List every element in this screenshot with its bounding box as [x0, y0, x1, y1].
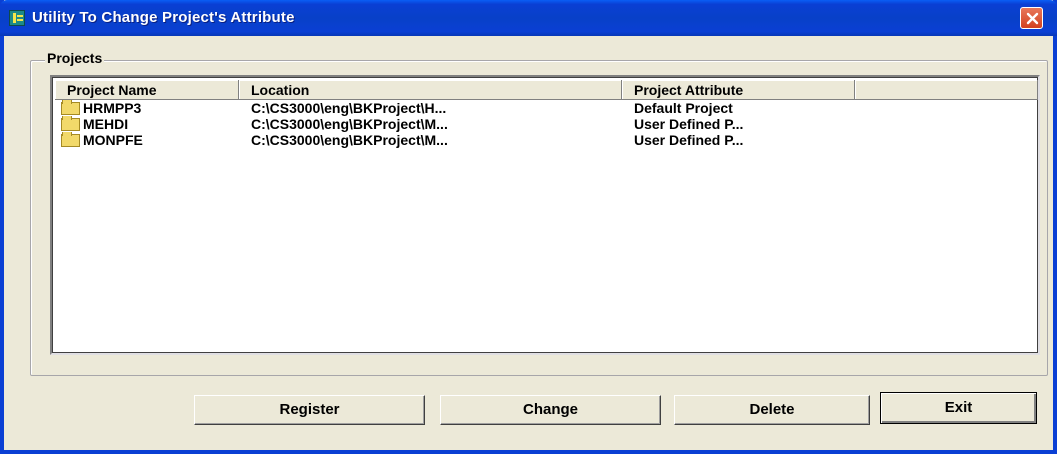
projects-group-label: Projects	[45, 50, 105, 66]
close-icon	[1026, 12, 1039, 25]
list-item[interactable]: MONPFE C:\CS3000\eng\BKProject\M... User…	[55, 132, 1038, 148]
list-rows: HRMPP3 C:\CS3000\eng\BKProject\H... Defa…	[55, 100, 1038, 148]
project-location: C:\CS3000\eng\BKProject\H...	[251, 100, 447, 116]
project-attribute: User Defined P...	[634, 132, 744, 148]
column-header-location[interactable]: Location	[239, 80, 622, 100]
project-location: C:\CS3000\eng\BKProject\M...	[251, 116, 448, 132]
projects-list[interactable]: Project Name Location Project Attribute …	[50, 75, 1040, 355]
column-header-project-attribute[interactable]: Project Attribute	[622, 80, 855, 100]
title-bar[interactable]: Utility To Change Project's Attribute	[0, 0, 1057, 36]
list-item[interactable]: HRMPP3 C:\CS3000\eng\BKProject\H... Defa…	[55, 100, 1038, 116]
project-name: MEHDI	[83, 116, 129, 132]
project-attribute: Default Project	[634, 100, 733, 116]
window-title: Utility To Change Project's Attribute	[32, 9, 295, 26]
folder-icon	[61, 132, 80, 147]
column-header-empty[interactable]	[855, 80, 1038, 100]
list-item[interactable]: MEHDI C:\CS3000\eng\BKProject\M... User …	[55, 116, 1038, 132]
exit-button[interactable]: Exit	[880, 392, 1037, 424]
close-button[interactable]	[1020, 7, 1043, 29]
column-header-project-name[interactable]: Project Name	[55, 80, 239, 100]
project-name-cell: MEHDI	[55, 116, 239, 132]
project-name-cell: HRMPP3	[55, 100, 239, 116]
change-button[interactable]: Change	[440, 395, 661, 425]
project-location: C:\CS3000\eng\BKProject\M...	[251, 132, 448, 148]
project-name: HRMPP3	[83, 100, 142, 116]
project-attribute: User Defined P...	[634, 116, 744, 132]
delete-button[interactable]: Delete	[674, 395, 870, 425]
project-name-cell: MONPFE	[55, 132, 239, 148]
project-name: MONPFE	[83, 132, 143, 148]
app-icon	[9, 10, 25, 26]
folder-icon	[61, 100, 80, 115]
folder-icon	[61, 116, 80, 131]
list-header: Project Name Location Project Attribute	[55, 80, 1038, 100]
register-button[interactable]: Register	[194, 395, 425, 425]
